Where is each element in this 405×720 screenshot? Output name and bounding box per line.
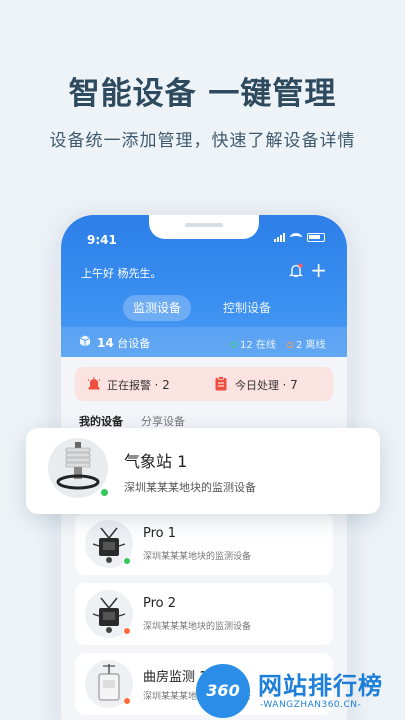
weather-station-icon (56, 442, 100, 490)
offline-status-dot (123, 697, 131, 705)
device-stats-row: 14 台设备 12 在线 2 离线 (61, 327, 347, 357)
online-dot (231, 342, 237, 348)
today-handled: 今日处理 · 7 (235, 377, 298, 393)
online-label: 12 在线 (240, 340, 276, 351)
status-time: 9:41 (87, 233, 117, 247)
add-device-icon[interactable]: + (310, 260, 327, 280)
battery-icon (307, 233, 325, 242)
alarm-label: 正在报警 (107, 379, 151, 392)
page-subheadline: 设备统一添加管理，快速了解设备详情 (49, 131, 356, 151)
siren-icon (87, 377, 101, 390)
cube-icon (79, 335, 91, 347)
offline-label: 2 离线 (296, 340, 326, 351)
alarm-count: · 2 (154, 378, 170, 392)
tab-control-devices[interactable]: 控制设备 (223, 295, 271, 321)
signal-icon (274, 233, 285, 242)
device-total-label: 台设备 (117, 337, 151, 350)
device-name: Pro 1 (143, 526, 177, 541)
featured-device-name: 气象站 1 (124, 452, 188, 471)
status-icons (274, 233, 325, 242)
offline-status-dot (123, 627, 131, 635)
online-status-dot (100, 488, 109, 497)
watermark-subtitle: -WANGZHAN360.CN- (260, 700, 362, 710)
today-count: · 7 (282, 378, 298, 392)
offline-count: 2 离线 (287, 336, 326, 351)
wifi-icon (290, 233, 302, 242)
tab-shared-devices[interactable]: 分享设备 (141, 413, 185, 429)
tab-monitor-devices[interactable]: 监测设备 (123, 295, 192, 321)
device-total: 14 台设备 (97, 335, 150, 351)
offline-dot (287, 342, 293, 348)
speaker-grille (185, 223, 223, 227)
featured-device-card[interactable]: 气象站 1 深圳某某某地块的监测设备 (26, 428, 380, 514)
bell-icon[interactable] (289, 263, 303, 278)
phone-notch (149, 215, 259, 239)
clipboard-icon (215, 376, 227, 391)
device-description: 深圳某某某地块的监测设备 (143, 622, 252, 632)
device-thumbnail (48, 438, 108, 498)
alert-summary-bar[interactable]: 正在报警 · 2 今日处理 · 7 (75, 367, 333, 401)
device-description: 深圳某某某地块的监测设备 (143, 552, 252, 562)
header-banner: 9:41 上午好 杨先生。 + 监测设备 控制设备 14 台设备 12 在线 2… (61, 215, 347, 357)
alarm-status: 正在报警 · 2 (107, 377, 170, 393)
device-total-number: 14 (97, 336, 114, 350)
watermark-badge: 360 (196, 664, 250, 718)
today-label: 今日处理 (235, 379, 279, 392)
online-count: 12 在线 (231, 336, 276, 351)
tab-my-devices[interactable]: 我的设备 (79, 413, 123, 429)
device-card-pro-2[interactable]: Pro 2 深圳某某某地块的监测设备 (75, 583, 333, 645)
device-card-pro-1[interactable]: Pro 1 深圳某某某地块的监测设备 (75, 513, 333, 575)
device-name: Pro 2 (143, 596, 177, 611)
online-status-dot (123, 557, 131, 565)
site-watermark-logo: 360 网站排行榜 -WANGZHAN360.CN- (196, 662, 405, 720)
watermark-title: 网站排行榜 (258, 672, 383, 700)
featured-device-description: 深圳某某某地块的监测设备 (124, 481, 256, 494)
greeting-text: 上午好 杨先生。 (81, 267, 162, 280)
page-headline: 智能设备 一键管理 (68, 76, 337, 112)
